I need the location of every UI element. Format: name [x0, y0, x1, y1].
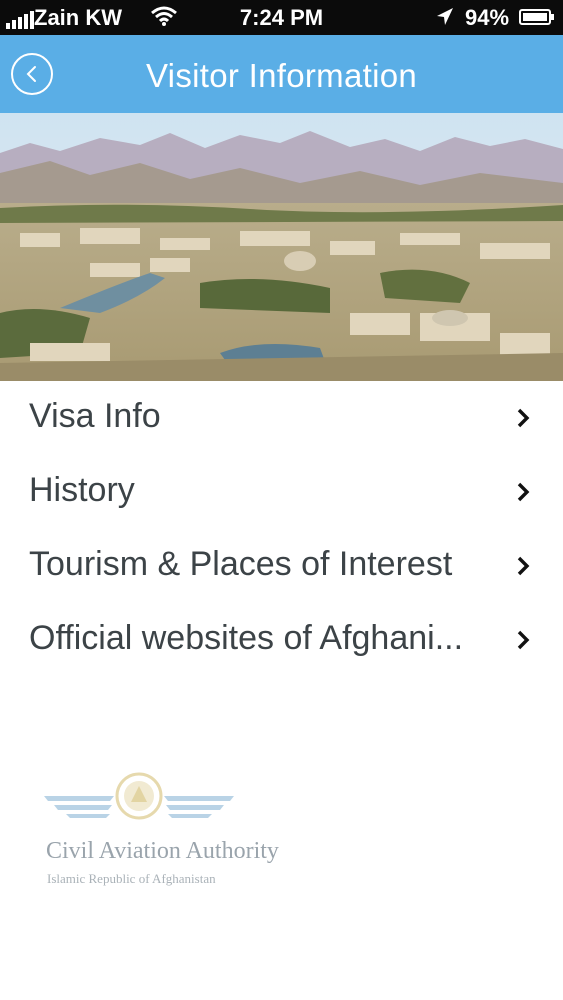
- visitor-info-menu: Visa Info History Tourism & Places of In…: [0, 381, 563, 677]
- city-panorama-image: [0, 113, 563, 381]
- location-arrow-icon: [436, 7, 454, 33]
- menu-item-label: Tourism & Places of Interest: [29, 545, 453, 583]
- menu-item-label: Visa Info: [29, 397, 161, 435]
- battery-icon: [519, 9, 554, 25]
- civil-aviation-authority-logo: Civil Aviation Authority Islamic Republi…: [44, 770, 304, 890]
- navigation-bar: Visitor Information: [0, 35, 563, 113]
- chevron-right-icon: [516, 481, 530, 508]
- menu-item-history[interactable]: History: [0, 455, 563, 529]
- back-button[interactable]: [11, 53, 53, 95]
- menu-item-official-websites[interactable]: Official websites of Afghani...: [0, 603, 563, 677]
- menu-item-tourism[interactable]: Tourism & Places of Interest: [0, 529, 563, 603]
- menu-item-label: History: [29, 471, 135, 509]
- chevron-right-icon: [516, 629, 530, 656]
- chevron-right-icon: [516, 555, 530, 582]
- menu-item-label: Official websites of Afghani...: [29, 619, 464, 657]
- chevron-right-icon: [516, 407, 530, 434]
- menu-item-visa-info[interactable]: Visa Info: [0, 381, 563, 455]
- chevron-left-icon: [26, 66, 36, 82]
- wings-emblem-icon: [44, 772, 234, 820]
- organization-subtitle: Islamic Republic of Afghanistan: [47, 871, 216, 886]
- page-title: Visitor Information: [145, 57, 418, 94]
- status-bar: Zain KW 7:24 PM 94%: [0, 0, 563, 35]
- organization-name: Civil Aviation Authority: [46, 838, 279, 864]
- battery-percent: 94%: [465, 5, 510, 30]
